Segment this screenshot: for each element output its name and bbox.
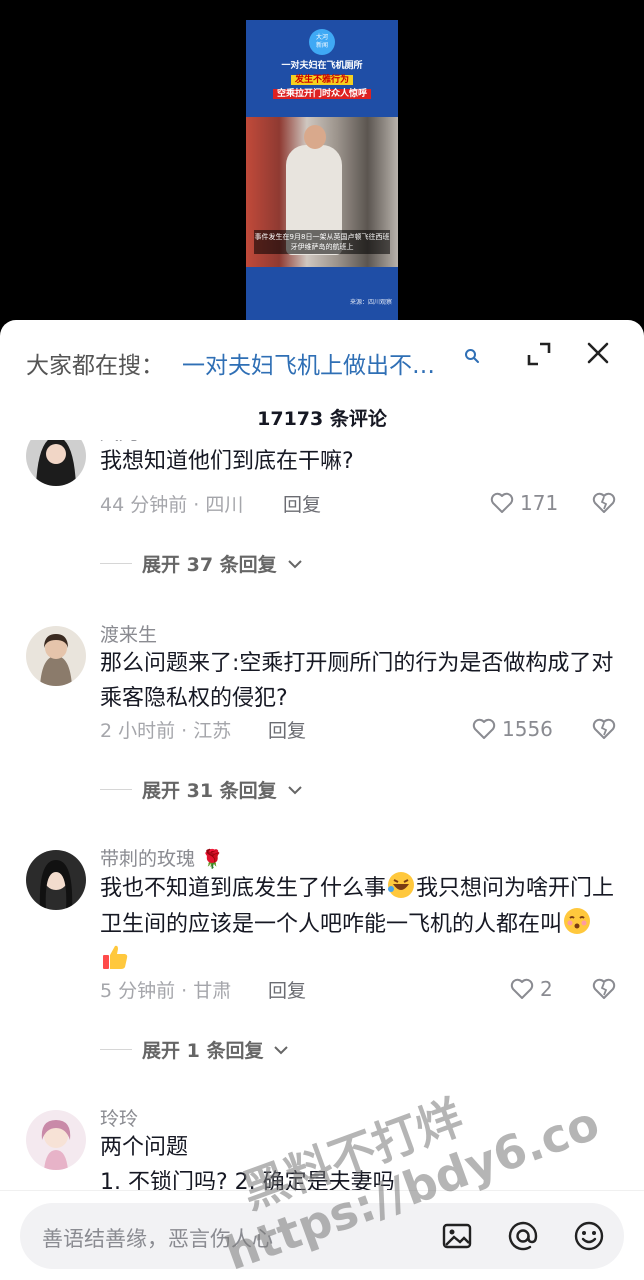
expand-replies-button[interactable]: 展开 31 条回复 xyxy=(100,776,303,803)
comment-meta: 2 小时前 · 江苏 xyxy=(100,720,232,742)
search-suggestion-link[interactable]: 一对夫妇飞机上做出不… xyxy=(182,346,435,380)
video-headline-3: 空乘拉开门时众人惊呼 xyxy=(246,86,398,99)
like-button[interactable]: 1556 xyxy=(472,716,553,742)
video-headline-2: 发生不雅行为 xyxy=(246,72,398,85)
comment-item: 玲玲 两个问题 1. 不锁门吗? 2. 确定是夫妻吗 xyxy=(0,1108,644,1190)
avatar[interactable] xyxy=(26,440,86,486)
comment-text[interactable]: 我想知道他们到底在干嘛? xyxy=(100,444,620,479)
expand-replies-button[interactable]: 展开 37 条回复 xyxy=(100,550,303,577)
comment-username-text: 带刺的玫瑰 xyxy=(100,848,196,870)
comment-input[interactable]: 善语结善缘，恶言伤人心 xyxy=(20,1203,624,1269)
heart-icon xyxy=(490,492,514,513)
comment-input-placeholder: 善语结善缘，恶言伤人心 xyxy=(42,1227,273,1251)
like-button[interactable]: 2 xyxy=(510,976,553,1002)
chevron-down-icon xyxy=(287,785,302,794)
thumbs-up-emoji-icon xyxy=(103,945,128,969)
dislike-icon[interactable] xyxy=(592,491,616,515)
avatar[interactable] xyxy=(26,1110,86,1170)
chevron-down-icon xyxy=(274,1045,289,1054)
video-player[interactable]: 大河 新闻 一对夫妇在飞机厕所 发生不雅行为 空乘拉开门时众人惊呼 事件发生在9月… xyxy=(0,0,644,330)
heart-icon xyxy=(472,718,496,739)
video-thumbnail[interactable]: 大河 新闻 一对夫妇在飞机厕所 发生不雅行为 空乘拉开门时众人惊呼 事件发生在9月… xyxy=(246,20,398,320)
comment-text[interactable]: 那么问题来了:空乘打开厕所门的行为是否做构成了对乘客隐私权的侵犯? xyxy=(100,646,620,716)
dislike-icon[interactable] xyxy=(592,977,616,1001)
emoji-icon[interactable] xyxy=(572,1219,606,1253)
comment-text[interactable]: 我也不知道到底发生了什么事 我只想问为啥开门上卫生间的应该是一个人吧咋能一飞机的人… xyxy=(100,870,620,978)
comment-list[interactable]: 风儿 我想知道他们到底在干嘛? 44 分钟前 · 四川 回复 171 展开 37… xyxy=(0,440,644,1190)
expand-replies-label: 展开 31 条回复 xyxy=(142,780,277,802)
laughing-emoji-icon xyxy=(388,872,415,898)
comment-item: 渡来生 那么问题来了:空乘打开厕所门的行为是否做构成了对乘客隐私权的侵犯? 2 … xyxy=(0,624,644,836)
comment-item: 带刺的玫瑰 🌹 我也不知道到底发生了什么事 我只想问为啥开门上卫生间的应该是一个人… xyxy=(0,848,644,1100)
search-prefix-label: 大家都在搜： xyxy=(26,353,164,379)
comment-count: 17173 条评论 xyxy=(257,408,387,430)
video-source: 来源：四川观察 xyxy=(349,299,392,306)
chevron-down-icon xyxy=(287,559,302,568)
fullscreen-icon[interactable] xyxy=(526,341,552,367)
avatar[interactable] xyxy=(26,850,86,910)
dislike-icon[interactable] xyxy=(592,717,616,741)
expand-divider xyxy=(100,1049,132,1050)
expand-replies-label: 展开 1 条回复 xyxy=(142,1040,264,1062)
mention-icon[interactable] xyxy=(506,1219,540,1253)
video-headline-1: 一对夫妇在飞机厕所 xyxy=(281,61,363,71)
reply-button[interactable]: 回复 xyxy=(268,716,306,743)
image-icon[interactable] xyxy=(440,1219,474,1253)
comment-username[interactable]: 玲玲 xyxy=(100,1104,138,1131)
like-count: 171 xyxy=(520,491,559,515)
like-count: 2 xyxy=(540,977,553,1001)
kissing-emoji-icon xyxy=(564,908,591,934)
comment-text[interactable]: 两个问题 1. 不锁门吗? 2. 确定是夫妻吗 xyxy=(100,1130,620,1190)
reply-button[interactable]: 回复 xyxy=(283,490,321,517)
video-caption: 事件发生在9月8日一架从英国卢顿飞往西班牙伊维萨岛的航班上 xyxy=(254,230,390,254)
heart-icon xyxy=(510,978,534,999)
comment-meta: 5 分钟前 · 甘肃 xyxy=(100,980,232,1002)
avatar[interactable] xyxy=(26,626,86,686)
comment-text-line: 两个问题 xyxy=(100,1135,189,1160)
comment-username[interactable]: 渡来生 xyxy=(100,620,157,647)
expand-divider xyxy=(100,563,132,564)
like-count: 1556 xyxy=(502,717,553,741)
search-suggestion-bar[interactable]: 大家都在搜： 一对夫妇飞机上做出不… xyxy=(0,320,644,396)
rose-icon: 🌹 xyxy=(201,849,224,870)
expand-divider xyxy=(100,789,132,790)
comment-input-bar: 善语结善缘，恶言伤人心 xyxy=(0,1190,644,1280)
comment-username[interactable]: 带刺的玫瑰 🌹 xyxy=(100,844,223,871)
close-icon[interactable] xyxy=(585,340,611,366)
news-logo: 大河 新闻 xyxy=(309,29,335,55)
expand-replies-label: 展开 37 条回复 xyxy=(142,554,277,576)
comment-sheet: 大家都在搜： 一对夫妇飞机上做出不… 17173 条评论 风儿 我想知道他们到底… xyxy=(0,320,644,1280)
expand-replies-button[interactable]: 展开 1 条回复 xyxy=(100,1036,289,1063)
like-button[interactable]: 171 xyxy=(490,490,558,516)
comment-text-line: 1. 不锁门吗? 2. 确定是夫妻吗 xyxy=(100,1170,395,1190)
comment-item: 风儿 我想知道他们到底在干嘛? 44 分钟前 · 四川 回复 171 展开 37… xyxy=(0,440,644,646)
comment-text-part: 我也不知道到底发生了什么事 xyxy=(100,876,387,901)
reply-button[interactable]: 回复 xyxy=(268,976,306,1003)
comment-meta: 44 分钟前 · 四川 xyxy=(100,494,244,516)
video-person-head xyxy=(304,125,326,149)
search-icon[interactable] xyxy=(464,348,480,364)
